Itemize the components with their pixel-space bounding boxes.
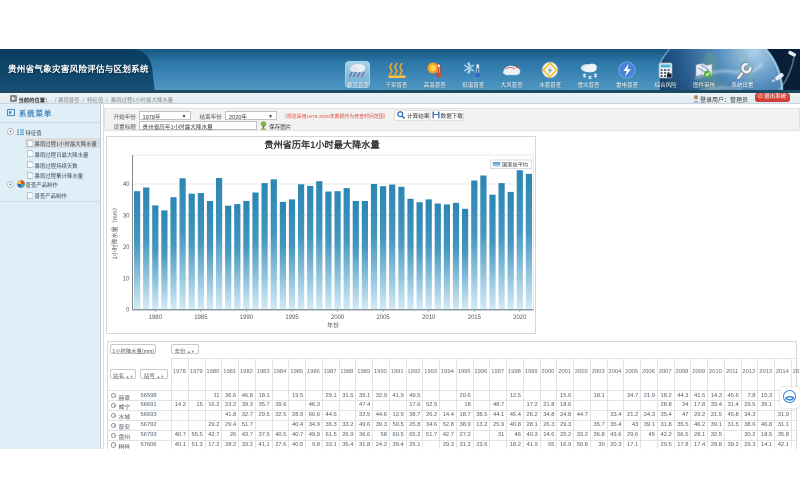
svg-text:2015: 2015 <box>468 315 482 321</box>
svg-text:40: 40 <box>123 182 130 188</box>
svg-text:年份: 年份 <box>327 322 339 330</box>
svg-text:1990: 1990 <box>240 315 254 321</box>
svg-text:2000: 2000 <box>331 315 345 321</box>
svg-text:2010: 2010 <box>422 315 436 321</box>
svg-text:1小时降水量（mm）: 1小时降水量（mm） <box>111 204 119 259</box>
svg-text:1995: 1995 <box>285 315 299 321</box>
svg-text:2005: 2005 <box>376 315 390 321</box>
svg-text:贵州省历年1小时最大降水量: 贵州省历年1小时最大降水量 <box>264 139 379 150</box>
svg-text:2020: 2020 <box>513 315 527 321</box>
svg-text:20: 20 <box>123 245 130 251</box>
svg-text:30: 30 <box>123 213 130 219</box>
svg-text:1985: 1985 <box>194 315 208 321</box>
svg-text:0: 0 <box>126 308 130 314</box>
svg-text:10: 10 <box>123 276 130 282</box>
svg-text:1980: 1980 <box>149 315 163 321</box>
svg-text:国家站平均: 国家站平均 <box>502 160 528 168</box>
